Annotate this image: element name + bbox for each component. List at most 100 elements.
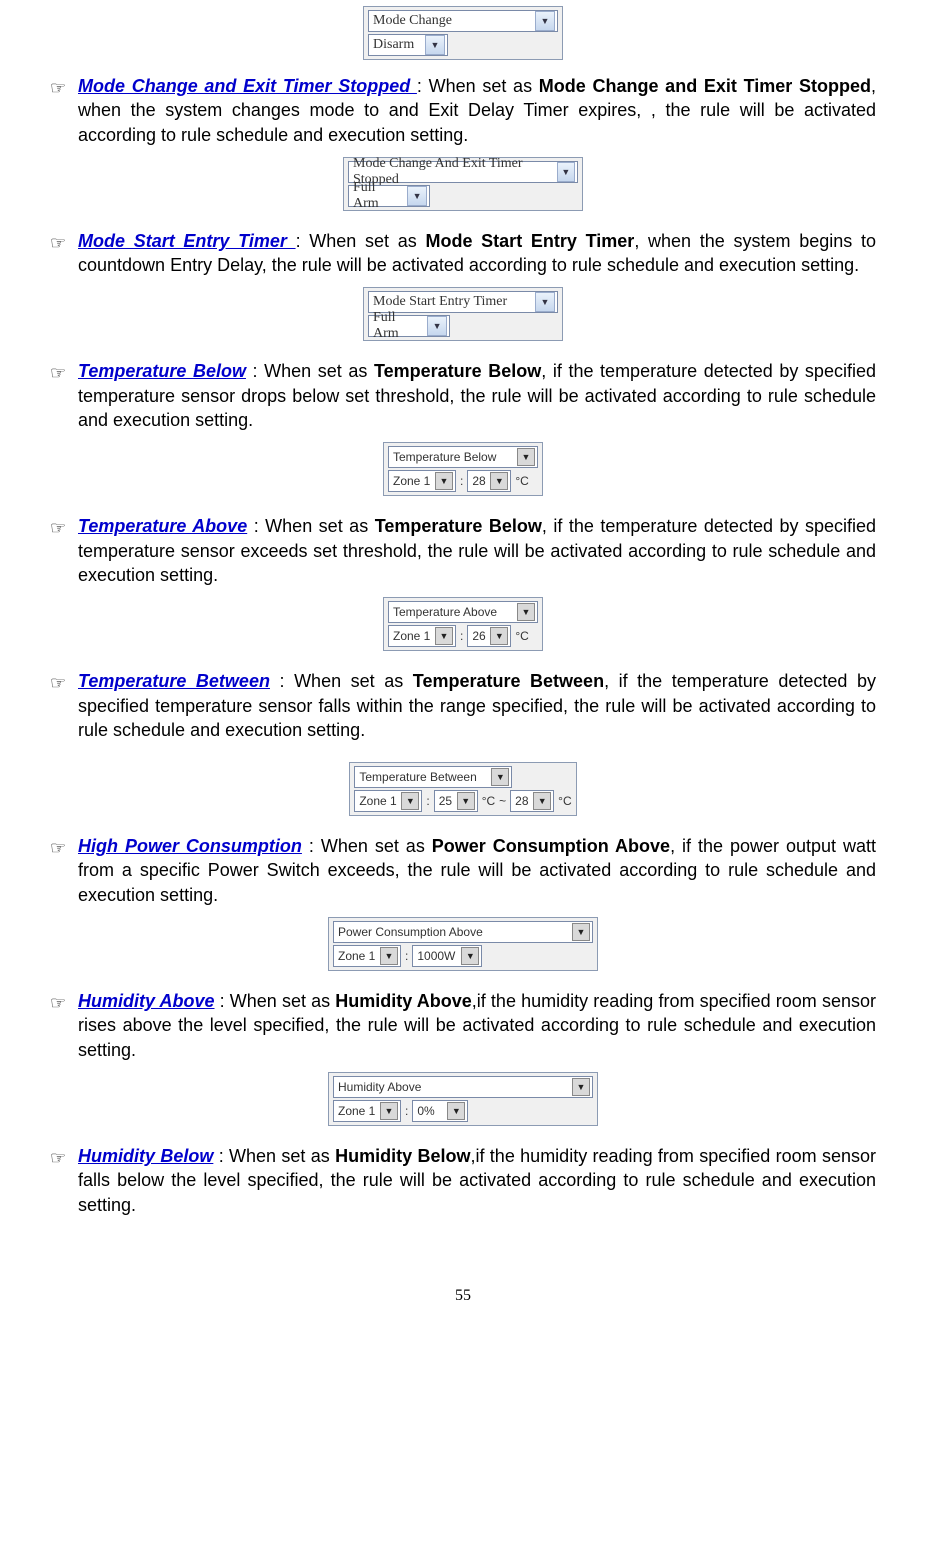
temp-unit: °C [482, 794, 495, 808]
pointing-hand-icon: ☞ [50, 1144, 78, 1170]
chevron-down-icon: ▼ [533, 792, 551, 810]
arm-mode-select[interactable]: Full Arm ▼ [368, 315, 450, 337]
chevron-down-icon: ▼ [425, 35, 445, 55]
section-humidity-above: ☞ Humidity Above : When set as Humidity … [50, 989, 876, 1126]
humidity-type-select[interactable]: Humidity Above ▼ [333, 1076, 593, 1098]
range-separator: ~ [499, 794, 506, 808]
rule-title: Temperature Below [78, 361, 246, 381]
separator: : [426, 794, 429, 808]
pointing-hand-icon: ☞ [50, 669, 78, 695]
chevron-down-icon: ▼ [435, 472, 453, 490]
chevron-down-icon: ▼ [427, 316, 447, 336]
power-type-select[interactable]: Power Consumption Above ▼ [333, 921, 593, 943]
select-value: Zone 1 [338, 1104, 375, 1118]
select-value: 28 [472, 474, 485, 488]
select-value: Mode Start Entry Timer [373, 294, 507, 310]
zone-select[interactable]: Zone 1 ▼ [388, 470, 456, 492]
section-temp-between: ☞ Temperature Between : When set as Temp… [50, 669, 876, 816]
temp-value-low-select[interactable]: 25 ▼ [434, 790, 478, 812]
mode-change-sub-select[interactable]: Disarm ▼ [368, 34, 448, 56]
page-number: 55 [50, 1287, 876, 1305]
chevron-down-icon: ▼ [407, 186, 427, 206]
control-box: Mode Change And Exit Timer Stopped ▼ Ful… [343, 157, 583, 211]
zone-select[interactable]: Zone 1 ▼ [354, 790, 422, 812]
separator: : [460, 629, 463, 643]
select-value: Humidity Above [338, 1080, 421, 1094]
paragraph: Mode Start Entry Timer : When set as Mod… [78, 229, 876, 278]
select-value: Disarm [373, 37, 414, 53]
chevron-down-icon: ▼ [517, 448, 535, 466]
section-mode-change-exit: ☞ Mode Change and Exit Timer Stopped : W… [50, 74, 876, 211]
section-humidity-below: ☞ Humidity Below : When set as Humidity … [50, 1144, 876, 1217]
section-high-power: ☞ High Power Consumption : When set as P… [50, 834, 876, 971]
pointing-hand-icon: ☞ [50, 359, 78, 385]
select-value: Power Consumption Above [338, 925, 483, 939]
select-value: Temperature Between [359, 770, 476, 784]
chevron-down-icon: ▼ [572, 1078, 590, 1096]
pointing-hand-icon: ☞ [50, 834, 78, 860]
control-box: Mode Start Entry Timer ▼ Full Arm ▼ [363, 287, 563, 341]
page: Mode Change ▼ Disarm ▼ ☞ Mode Change and… [0, 6, 926, 1345]
zone-select[interactable]: Zone 1 ▼ [333, 945, 401, 967]
select-value: 25 [439, 794, 452, 808]
rule-title: Mode Start Entry Timer [78, 231, 296, 251]
chevron-down-icon: ▼ [490, 627, 508, 645]
select-value: Zone 1 [393, 629, 430, 643]
chevron-down-icon: ▼ [490, 472, 508, 490]
pointing-hand-icon: ☞ [50, 74, 78, 100]
power-value-select[interactable]: 1000W ▼ [412, 945, 482, 967]
chevron-down-icon: ▼ [535, 11, 555, 31]
control-box: Temperature Above ▼ Zone 1 ▼ : 26 ▼ °C [383, 597, 543, 651]
chevron-down-icon: ▼ [435, 627, 453, 645]
select-value: Temperature Below [393, 450, 496, 464]
chevron-down-icon: ▼ [380, 1102, 398, 1120]
temp-type-select[interactable]: Temperature Below ▼ [388, 446, 538, 468]
chevron-down-icon: ▼ [535, 292, 555, 312]
temp-value-high-select[interactable]: 28 ▼ [510, 790, 554, 812]
separator: : [460, 474, 463, 488]
temp-unit: °C [515, 474, 528, 488]
pointing-hand-icon: ☞ [50, 514, 78, 540]
humidity-value-select[interactable]: 0% ▼ [412, 1100, 468, 1122]
select-value: Full Arm [353, 180, 403, 212]
pointing-hand-icon: ☞ [50, 229, 78, 255]
section-temp-below: ☞ Temperature Below : When set as Temper… [50, 359, 876, 496]
control-box: Mode Change ▼ Disarm ▼ [363, 6, 563, 60]
select-value: Mode Change [373, 13, 452, 29]
chevron-down-icon: ▼ [447, 1102, 465, 1120]
temp-value-select[interactable]: 26 ▼ [467, 625, 511, 647]
temp-type-select[interactable]: Temperature Above ▼ [388, 601, 538, 623]
select-value: Zone 1 [393, 474, 430, 488]
paragraph: Temperature Between : When set as Temper… [78, 669, 876, 742]
temp-unit: °C [515, 629, 528, 643]
chevron-down-icon: ▼ [457, 792, 475, 810]
zone-select[interactable]: Zone 1 ▼ [333, 1100, 401, 1122]
select-value: Temperature Above [393, 605, 497, 619]
select-value: Full Arm [373, 310, 423, 342]
paragraph: Humidity Above : When set as Humidity Ab… [78, 989, 876, 1062]
select-value: 28 [515, 794, 528, 808]
rule-title: Mode Change and Exit Timer Stopped [78, 76, 417, 96]
control-box: Temperature Between ▼ Zone 1 ▼ : 25 ▼ °C [349, 762, 576, 816]
chevron-down-icon: ▼ [572, 923, 590, 941]
select-value: 0% [417, 1104, 434, 1118]
select-value: 26 [472, 629, 485, 643]
zone-select[interactable]: Zone 1 ▼ [388, 625, 456, 647]
arm-mode-select[interactable]: Full Arm ▼ [348, 185, 430, 207]
select-value: Zone 1 [338, 949, 375, 963]
rule-title: Temperature Above [78, 516, 247, 536]
select-value: Zone 1 [359, 794, 396, 808]
paragraph: Temperature Below : When set as Temperat… [78, 359, 876, 432]
chevron-down-icon: ▼ [491, 768, 509, 786]
rule-title: High Power Consumption [78, 836, 302, 856]
chevron-down-icon: ▼ [401, 792, 419, 810]
rule-title: Temperature Between [78, 671, 270, 691]
temp-value-select[interactable]: 28 ▼ [467, 470, 511, 492]
mode-change-select[interactable]: Mode Change ▼ [368, 10, 558, 32]
temp-type-select[interactable]: Temperature Between ▼ [354, 766, 512, 788]
chevron-down-icon: ▼ [557, 162, 575, 182]
rule-title: Humidity Above [78, 991, 215, 1011]
chevron-down-icon: ▼ [380, 947, 398, 965]
paragraph: High Power Consumption : When set as Pow… [78, 834, 876, 907]
separator: : [405, 949, 408, 963]
